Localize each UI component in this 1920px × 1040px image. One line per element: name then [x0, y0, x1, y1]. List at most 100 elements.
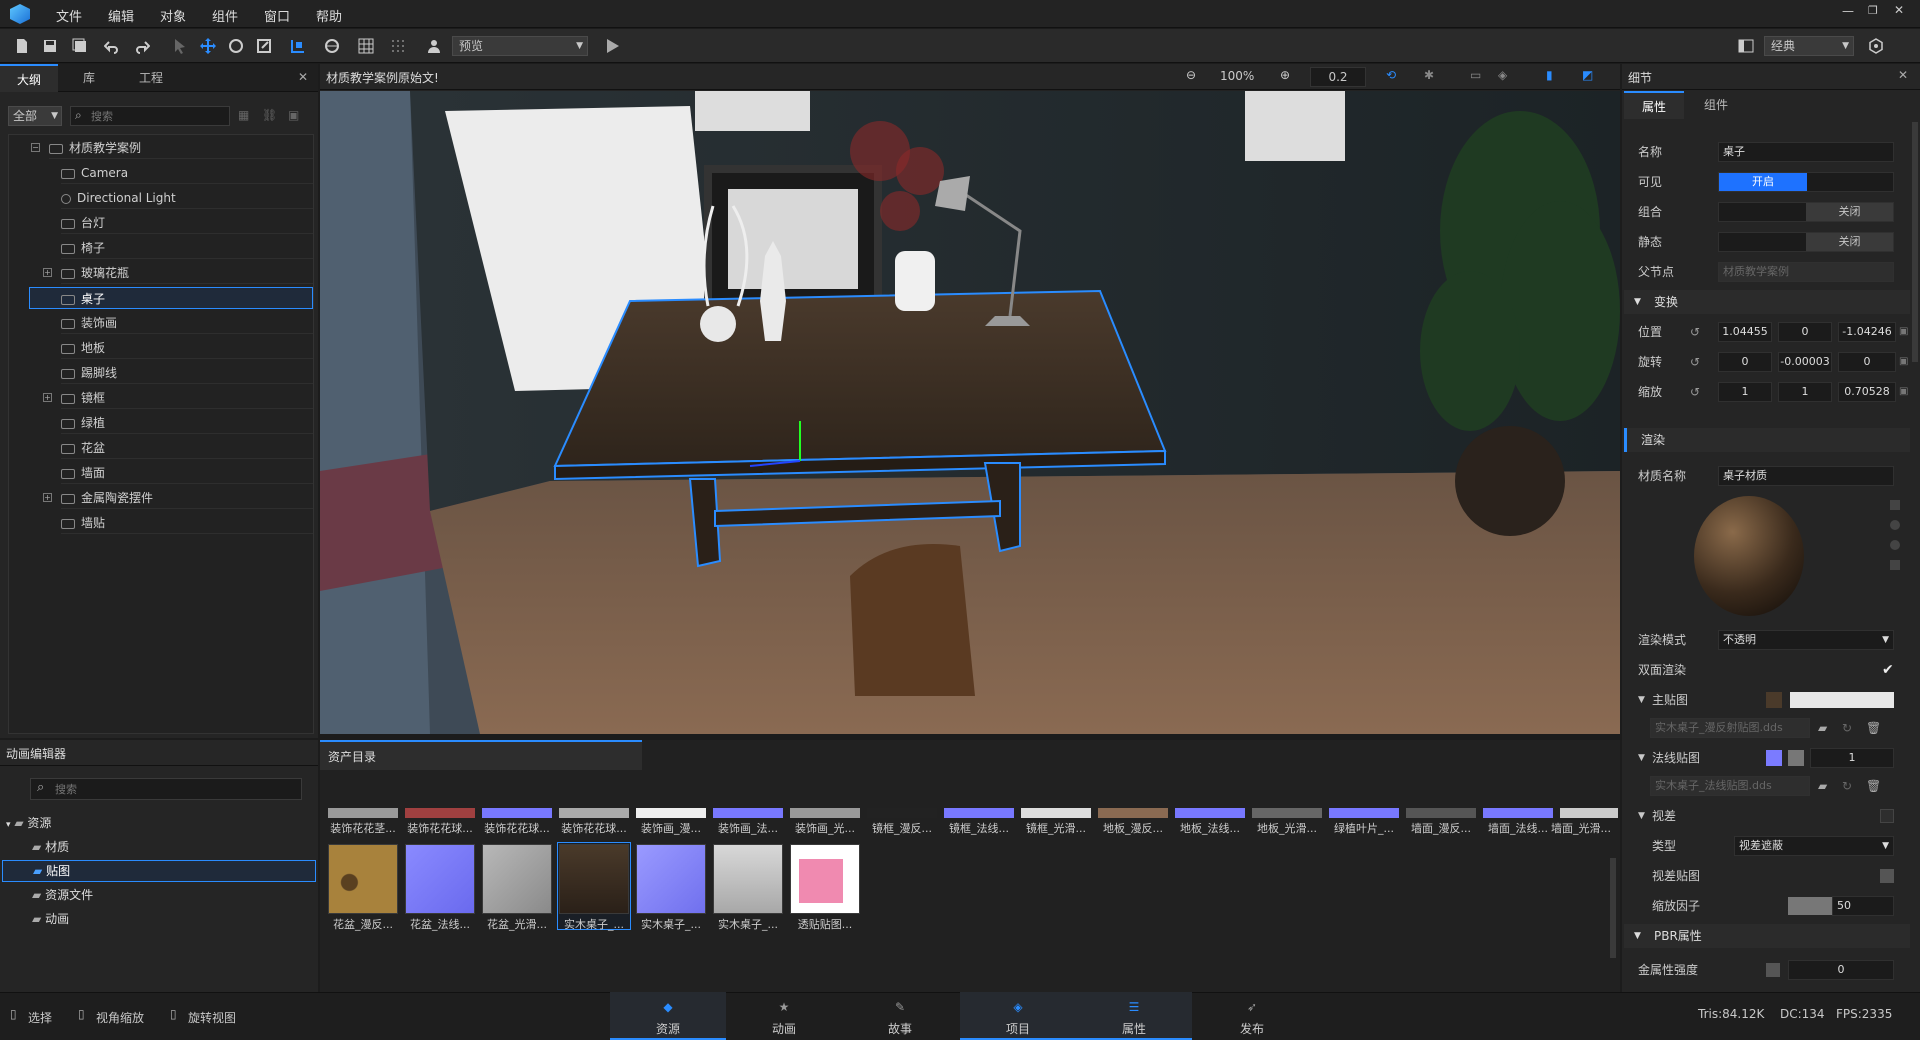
name-field[interactable]: 桌子	[1718, 142, 1894, 162]
scale-factor-field[interactable]: 50	[1832, 896, 1894, 916]
expand-toggle-icon[interactable]: +	[43, 268, 52, 277]
tree-item-wall-sticker[interactable]: 墙贴	[61, 512, 313, 534]
delete-icon[interactable]: 🗑	[1866, 774, 1881, 798]
normal-texture-swatch[interactable]	[1766, 750, 1782, 766]
asset-thumb[interactable]	[1098, 808, 1168, 818]
tree-item-painting[interactable]: 装饰画	[61, 312, 313, 334]
tree-item-baseboard[interactable]: 踢脚线	[61, 362, 313, 384]
asset-thumb[interactable]	[790, 808, 860, 818]
reset-icon[interactable]: ↺	[1690, 320, 1700, 344]
normal-grey-swatch[interactable]	[1788, 750, 1804, 766]
dot-grid-icon[interactable]	[388, 36, 408, 56]
tree-folder-resource-files[interactable]: ▰ 资源文件	[32, 886, 93, 903]
tree-item-floor[interactable]: 地板	[61, 337, 313, 359]
section-transform[interactable]: ▼ 变换	[1624, 290, 1910, 314]
scene-render[interactable]	[320, 91, 1620, 734]
world-space-icon[interactable]	[322, 36, 342, 56]
scale-y[interactable]: 1	[1778, 382, 1832, 402]
close-panel-icon[interactable]: ✕	[298, 70, 308, 84]
move-tool-icon[interactable]	[198, 36, 218, 56]
bottom-tab-publish[interactable]: ➶ 发布	[1194, 992, 1310, 1040]
zoom-out-icon[interactable]: ⊖	[1186, 68, 1196, 82]
asset-thumb[interactable]	[1252, 808, 1322, 818]
undo-icon[interactable]	[102, 36, 122, 56]
refresh-icon[interactable]: ↻	[1842, 716, 1852, 740]
asset-thumb[interactable]	[328, 808, 398, 818]
asset-thumb-flowerpot-diffuse[interactable]	[328, 844, 398, 914]
tree-item-root[interactable]: 材质教学案例	[49, 137, 313, 159]
reset-icon[interactable]: ↺	[1690, 350, 1700, 374]
parallax-texture-swatch[interactable]	[1880, 869, 1894, 883]
preview-sphere-icon[interactable]	[1890, 520, 1900, 530]
tree-folder-animation[interactable]: ▰ 动画	[32, 910, 69, 927]
grid-step-input[interactable]: 0.2	[1310, 67, 1366, 87]
menu-window[interactable]: 窗口	[264, 6, 290, 25]
tree-item-camera[interactable]: Camera	[61, 162, 313, 184]
save-all-icon[interactable]	[70, 36, 90, 56]
tree-item-directional-light[interactable]: Directional Light	[61, 187, 313, 209]
tree-item-chair[interactable]: 椅子	[61, 237, 313, 259]
resource-search-input[interactable]	[55, 781, 295, 797]
metallic-texture-swatch[interactable]	[1766, 963, 1780, 977]
tree-item-flowerpot[interactable]: 花盆	[61, 437, 313, 459]
position-x[interactable]: 1.04455	[1718, 322, 1772, 342]
asset-thumb[interactable]	[713, 808, 783, 818]
asset-thumb[interactable]	[1483, 808, 1553, 818]
menu-component[interactable]: 组件	[212, 6, 238, 25]
rotate-tool-icon[interactable]	[226, 36, 246, 56]
zoom-in-icon[interactable]: ⊕	[1280, 68, 1290, 82]
asset-thumb[interactable]	[1329, 808, 1399, 818]
parallax-type-select[interactable]: 视差遮蔽 ▼	[1734, 836, 1894, 856]
menu-object[interactable]: 对象	[160, 6, 186, 25]
preview-mode-select[interactable]: 预览 ▼	[452, 36, 588, 56]
section-pbr[interactable]: ▼ PBR属性	[1624, 924, 1910, 948]
delete-icon[interactable]: 🗑	[1866, 716, 1881, 740]
preview-light-icon[interactable]	[1890, 540, 1900, 550]
asset-catalog-tab[interactable]: 资产目录	[320, 740, 642, 770]
asset-thumb-table-gloss[interactable]	[713, 844, 783, 914]
asset-thumb-alpha[interactable]	[790, 844, 860, 914]
asset-thumb[interactable]	[1560, 808, 1618, 818]
restore-icon[interactable]: ❐	[1868, 4, 1878, 17]
tree-folder-material[interactable]: ▰ 材质	[32, 838, 69, 855]
rotation-x[interactable]: 0	[1718, 352, 1772, 372]
tree-item-wall[interactable]: 墙面	[61, 462, 313, 484]
outline-filter-select[interactable]: 全部 ▼	[8, 106, 62, 126]
position-y[interactable]: 0	[1778, 322, 1832, 342]
bug-icon[interactable]: ✱	[1424, 68, 1434, 82]
folder-icon[interactable]: ▰	[1818, 716, 1827, 740]
metallic-field[interactable]: 0	[1788, 960, 1894, 980]
scale-tool-icon[interactable]	[254, 36, 274, 56]
play-icon[interactable]	[602, 36, 622, 56]
tree-item-frame[interactable]: 镜框	[61, 387, 313, 409]
stats-icon[interactable]: ◩	[1582, 68, 1593, 82]
double-sided-checkbox[interactable]: ✔	[1882, 658, 1894, 682]
layout-icon[interactable]	[1736, 36, 1756, 56]
close-window-icon[interactable]: ✕	[1894, 3, 1904, 17]
asset-thumb-flowerpot-gloss[interactable]	[482, 844, 552, 914]
tab-components[interactable]: 组件	[1686, 91, 1746, 119]
render-mode-select[interactable]: 不透明 ▼	[1718, 630, 1894, 650]
expand-toggle-icon[interactable]: +	[43, 393, 52, 402]
redo-icon[interactable]	[132, 36, 152, 56]
tree-item-metal-ornament[interactable]: 金属陶瓷摆件	[61, 487, 313, 509]
menu-help[interactable]: 帮助	[316, 6, 342, 25]
scale-factor-slider[interactable]	[1788, 897, 1832, 915]
tab-properties[interactable]: 属性	[1624, 91, 1684, 119]
menu-edit[interactable]: 编辑	[108, 6, 134, 25]
tree-folder-texture[interactable]: ▰ 贴图	[2, 860, 316, 882]
lock-icon[interactable]: ▣	[1899, 380, 1908, 404]
collapse-toggle-icon[interactable]: −	[31, 143, 40, 152]
normal-strength-field[interactable]: 1	[1810, 748, 1894, 768]
minimize-icon[interactable]: —	[1842, 4, 1854, 18]
section-render[interactable]: 渲染	[1624, 428, 1910, 452]
main-color-swatch[interactable]	[1790, 692, 1894, 708]
asset-thumb[interactable]	[867, 808, 937, 818]
tab-library[interactable]: 库	[60, 64, 118, 92]
reset-icon[interactable]: ↺	[1690, 380, 1700, 404]
outline-search-box[interactable]: ⌕	[70, 106, 230, 126]
tree-root-resources[interactable]: ▾ ▰ 资源	[6, 814, 51, 831]
asset-thumb[interactable]	[636, 808, 706, 818]
refresh-icon[interactable]: ↻	[1842, 774, 1852, 798]
details-scrollbar[interactable]	[1912, 122, 1918, 362]
